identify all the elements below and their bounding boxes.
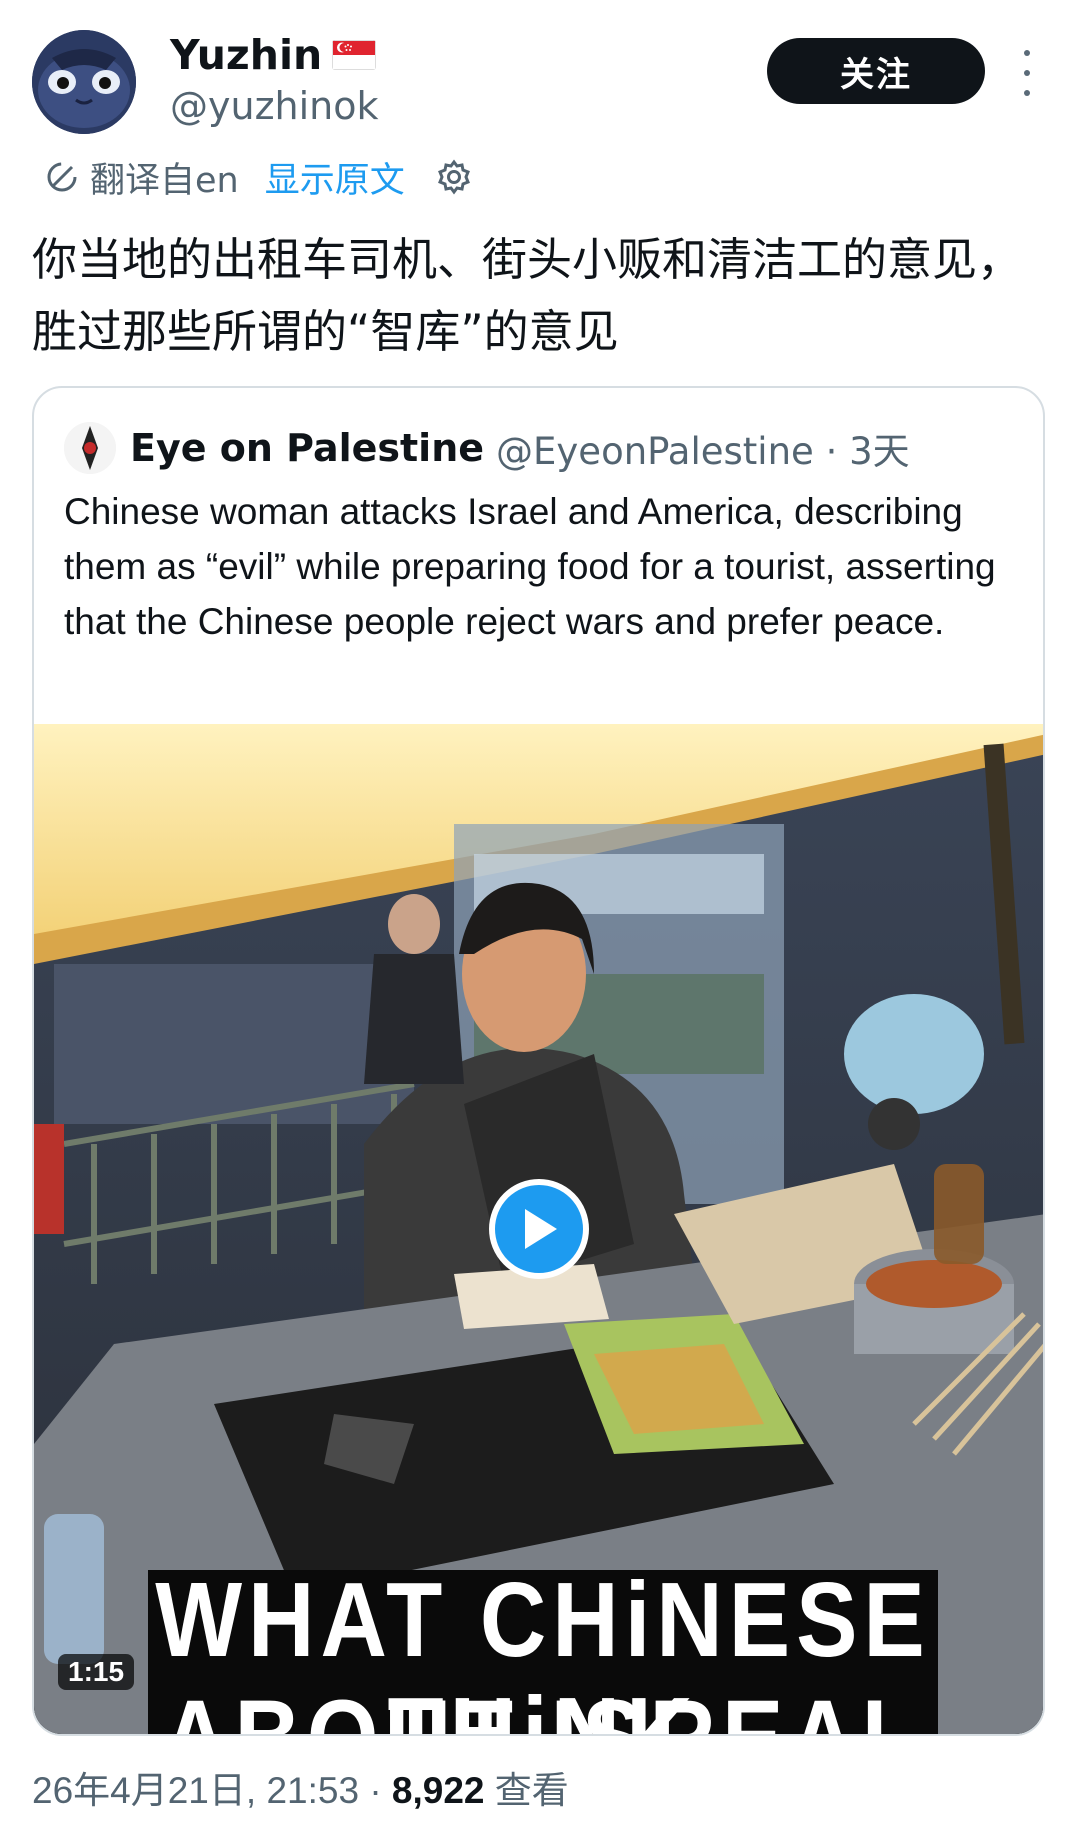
play-button[interactable]	[489, 1179, 589, 1279]
follow-button[interactable]: 关注	[767, 38, 985, 104]
author-name-row: Yuzhin	[170, 30, 377, 80]
singapore-flag-icon	[332, 40, 377, 70]
quoted-author-avatar[interactable]	[64, 422, 116, 474]
quoted-tweet-header: Eye on Palestine @EyeonPalestine · 3天	[64, 418, 910, 478]
quoted-tweet-text: Chinese woman attacks Israel and America…	[64, 491, 996, 642]
tweet-text: 你当地的出租车司机、街头小贩和清洁工的意见，胜过那些所谓的“智库”的意见	[32, 233, 1023, 358]
tweet-timestamp[interactable]: 26年4月21日, 21:53 ·	[32, 1770, 392, 1811]
author-handle[interactable]: @yuzhinok	[170, 82, 379, 130]
views-label: 查看	[484, 1770, 569, 1811]
video-duration-badge: 1:15	[58, 1654, 135, 1690]
author-avatar[interactable]	[32, 30, 136, 134]
quoted-author-name[interactable]: Eye on Palestine	[130, 426, 484, 470]
play-icon	[525, 1209, 557, 1249]
author-display-name[interactable]: Yuzhin	[170, 30, 322, 80]
translation-row: 翻译自en 显示原文	[44, 152, 473, 202]
translate-icon	[47, 162, 77, 192]
more-options-icon[interactable]	[1012, 50, 1042, 96]
gear-icon[interactable]	[435, 158, 473, 196]
show-original-link[interactable]: 显示原文	[265, 152, 405, 203]
quoted-author-handle-time: @EyeonPalestine · 3天	[496, 430, 910, 473]
translated-from-label: 翻译自en	[90, 160, 239, 201]
video-caption-line2: ABOUT ISREAL	[148, 1681, 938, 1735]
tweet-meta: 26年4月21日, 21:53 · 8,922 查看	[32, 1760, 569, 1814]
video-caption-overlay: WHAT CHiNESE THiNK ABOUT ISREAL	[148, 1563, 938, 1735]
video-thumbnail[interactable]: WHAT CHiNESE THiNK ABOUT ISREAL 1:15	[34, 724, 1043, 1735]
view-count: 8,922	[391, 1770, 485, 1811]
quoted-tweet-card[interactable]: Eye on Palestine @EyeonPalestine · 3天 Ch…	[32, 386, 1045, 1736]
